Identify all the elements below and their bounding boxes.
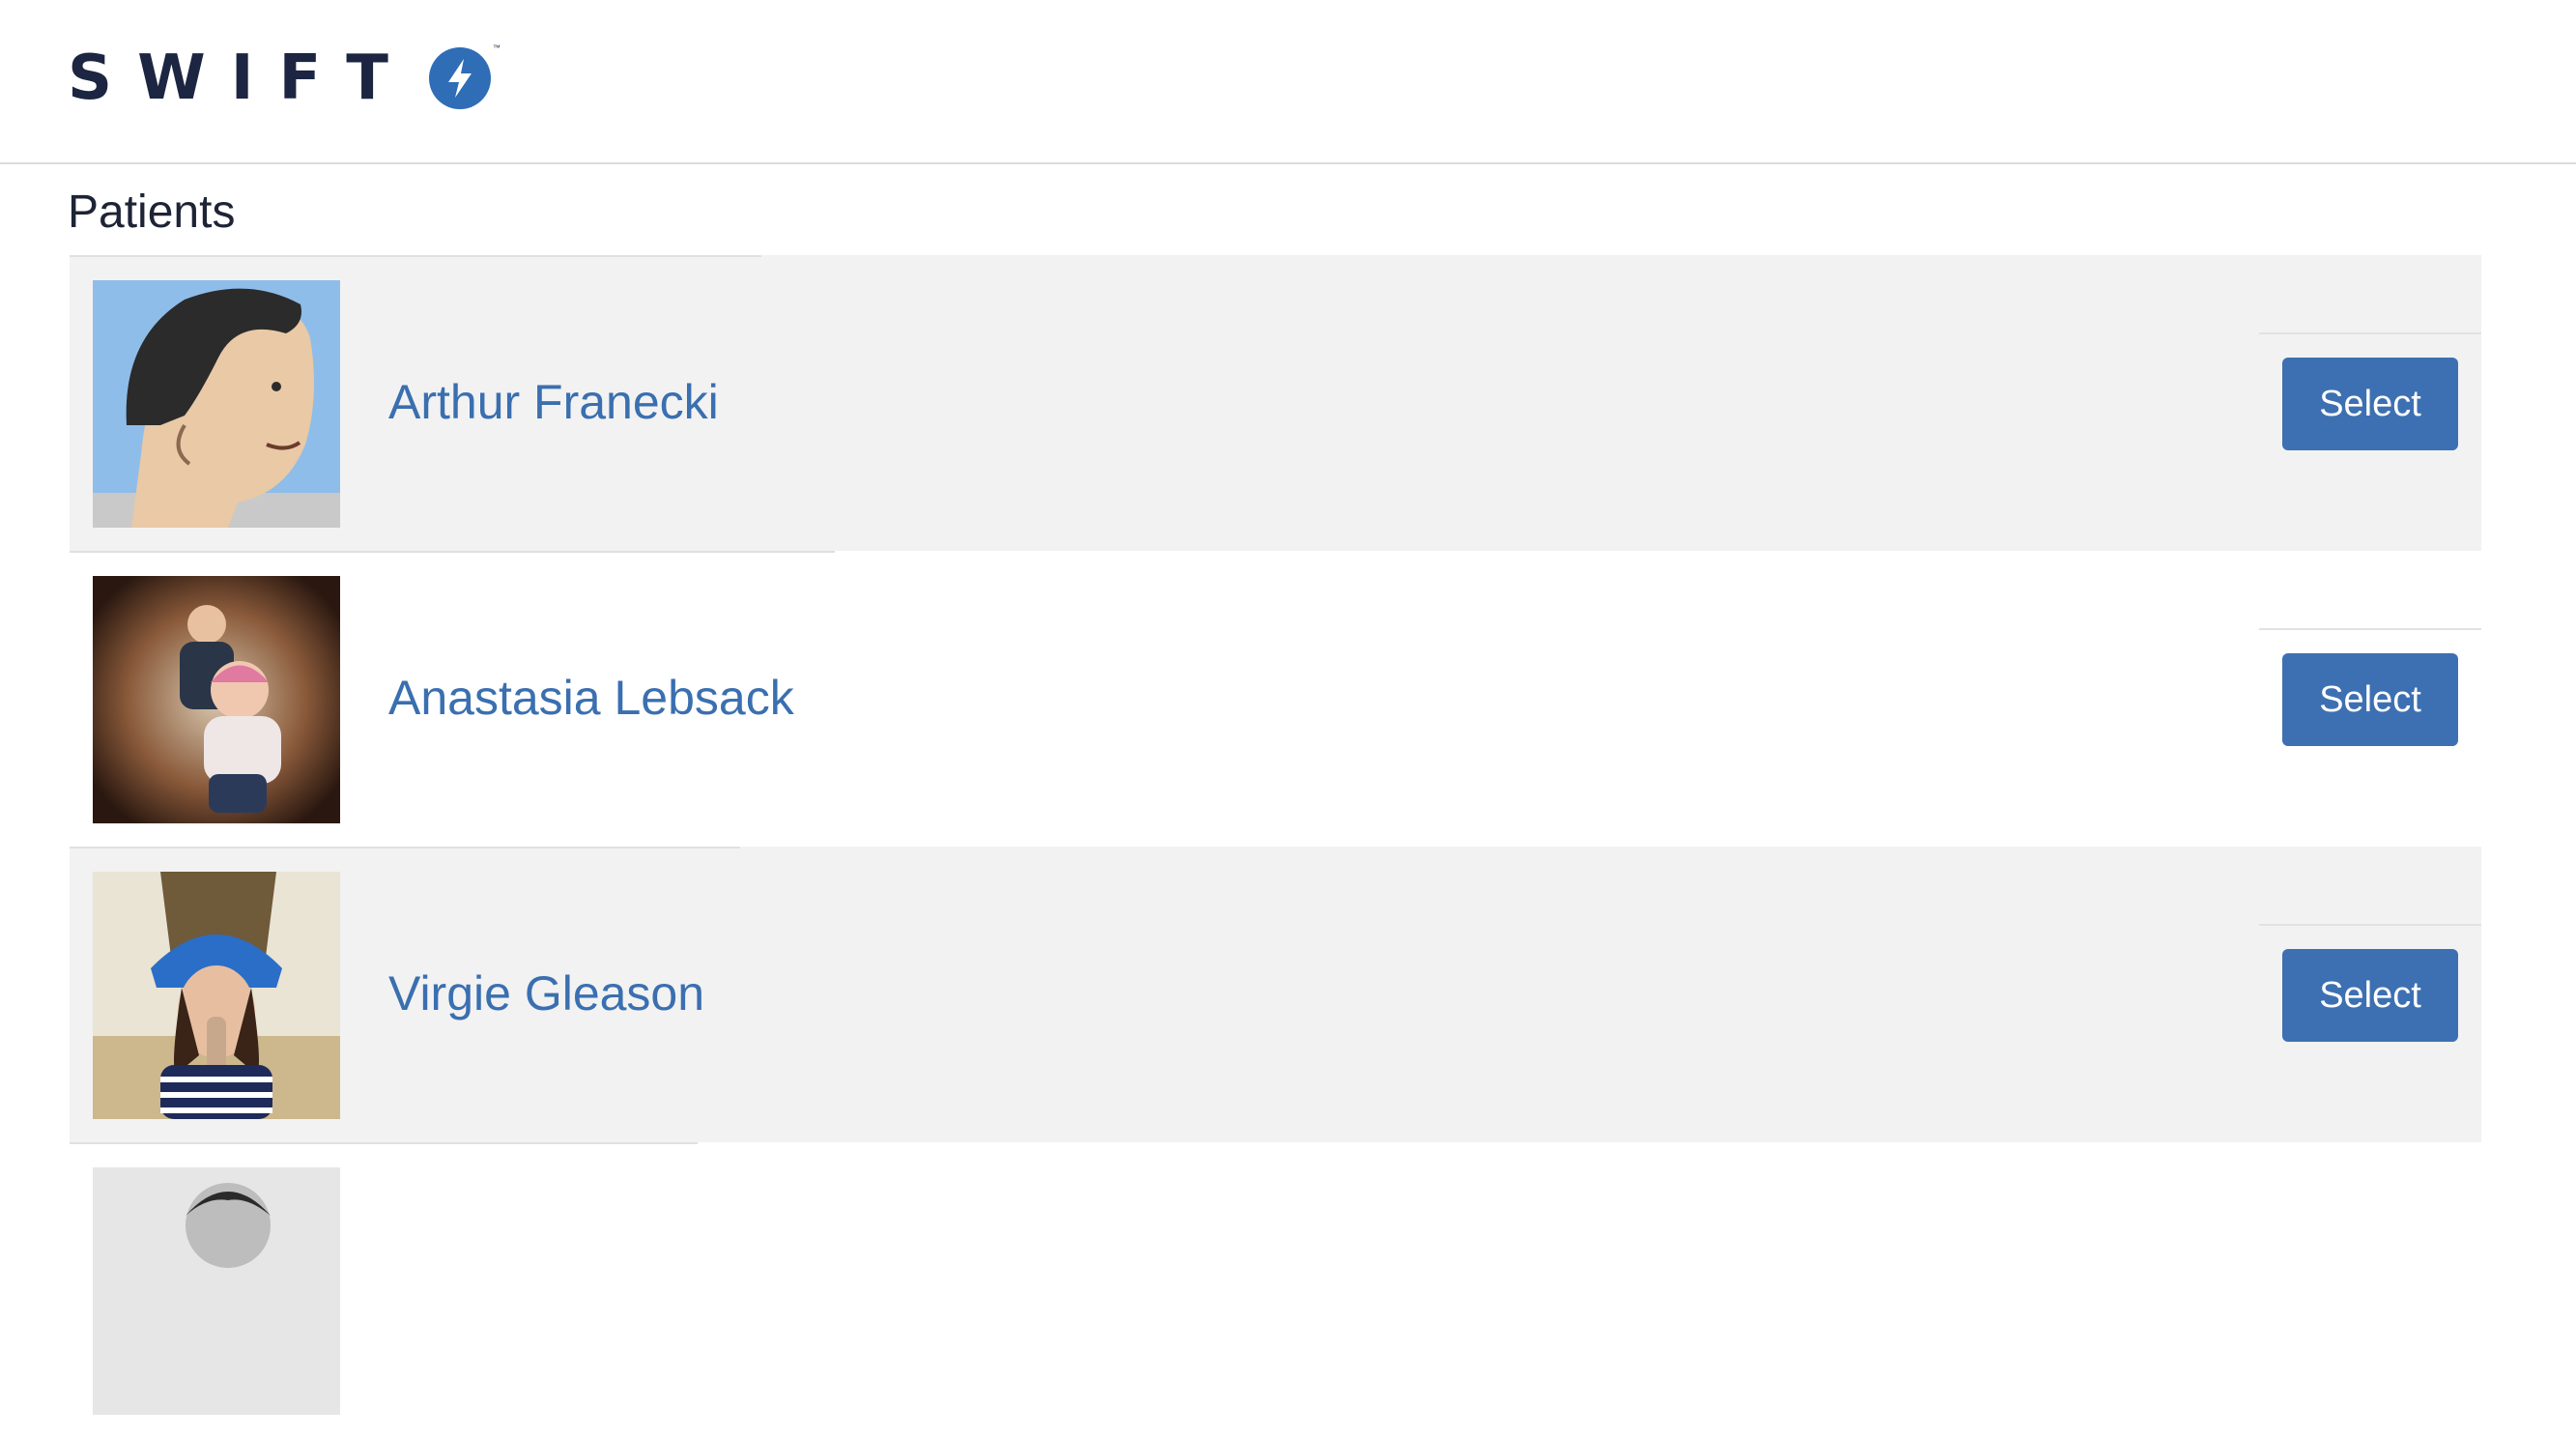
app-header: SWIFT ™ xyxy=(0,0,2576,164)
row-divider xyxy=(70,1142,698,1144)
row-divider xyxy=(70,847,740,848)
select-patient-button[interactable]: Select xyxy=(2282,653,2458,746)
row-divider-right xyxy=(2259,628,2481,630)
patient-list: Arthur Franecki Select Anastasia Lebsack… xyxy=(70,255,2481,1438)
patient-row: Arthur Franecki Select xyxy=(70,255,2481,551)
patient-avatar xyxy=(93,872,340,1119)
logo-text: SWIFT xyxy=(68,43,414,114)
row-divider-right xyxy=(2259,332,2481,334)
select-patient-button[interactable]: Select xyxy=(2282,358,2458,450)
patient-row xyxy=(70,1142,2481,1438)
page-title: Patients xyxy=(68,187,236,238)
trademark-mark: ™ xyxy=(492,43,501,52)
patient-name-link[interactable]: Virgie Gleason xyxy=(388,963,704,1024)
patient-row: Anastasia Lebsack Select xyxy=(70,551,2481,847)
row-divider-right xyxy=(2259,924,2481,926)
patient-name-link[interactable]: Anastasia Lebsack xyxy=(388,667,794,729)
select-patient-button[interactable]: Select xyxy=(2282,949,2458,1042)
patient-name-link[interactable]: Arthur Franecki xyxy=(388,371,719,433)
row-divider xyxy=(70,551,835,553)
row-divider xyxy=(70,255,761,257)
swift-logo[interactable]: SWIFT ™ xyxy=(68,43,501,114)
patient-avatar xyxy=(93,1167,340,1415)
lightning-bolt-icon: ™ xyxy=(428,43,501,109)
patient-avatar xyxy=(93,280,340,528)
patient-avatar xyxy=(93,576,340,823)
patient-row: Virgie Gleason Select xyxy=(70,847,2481,1142)
